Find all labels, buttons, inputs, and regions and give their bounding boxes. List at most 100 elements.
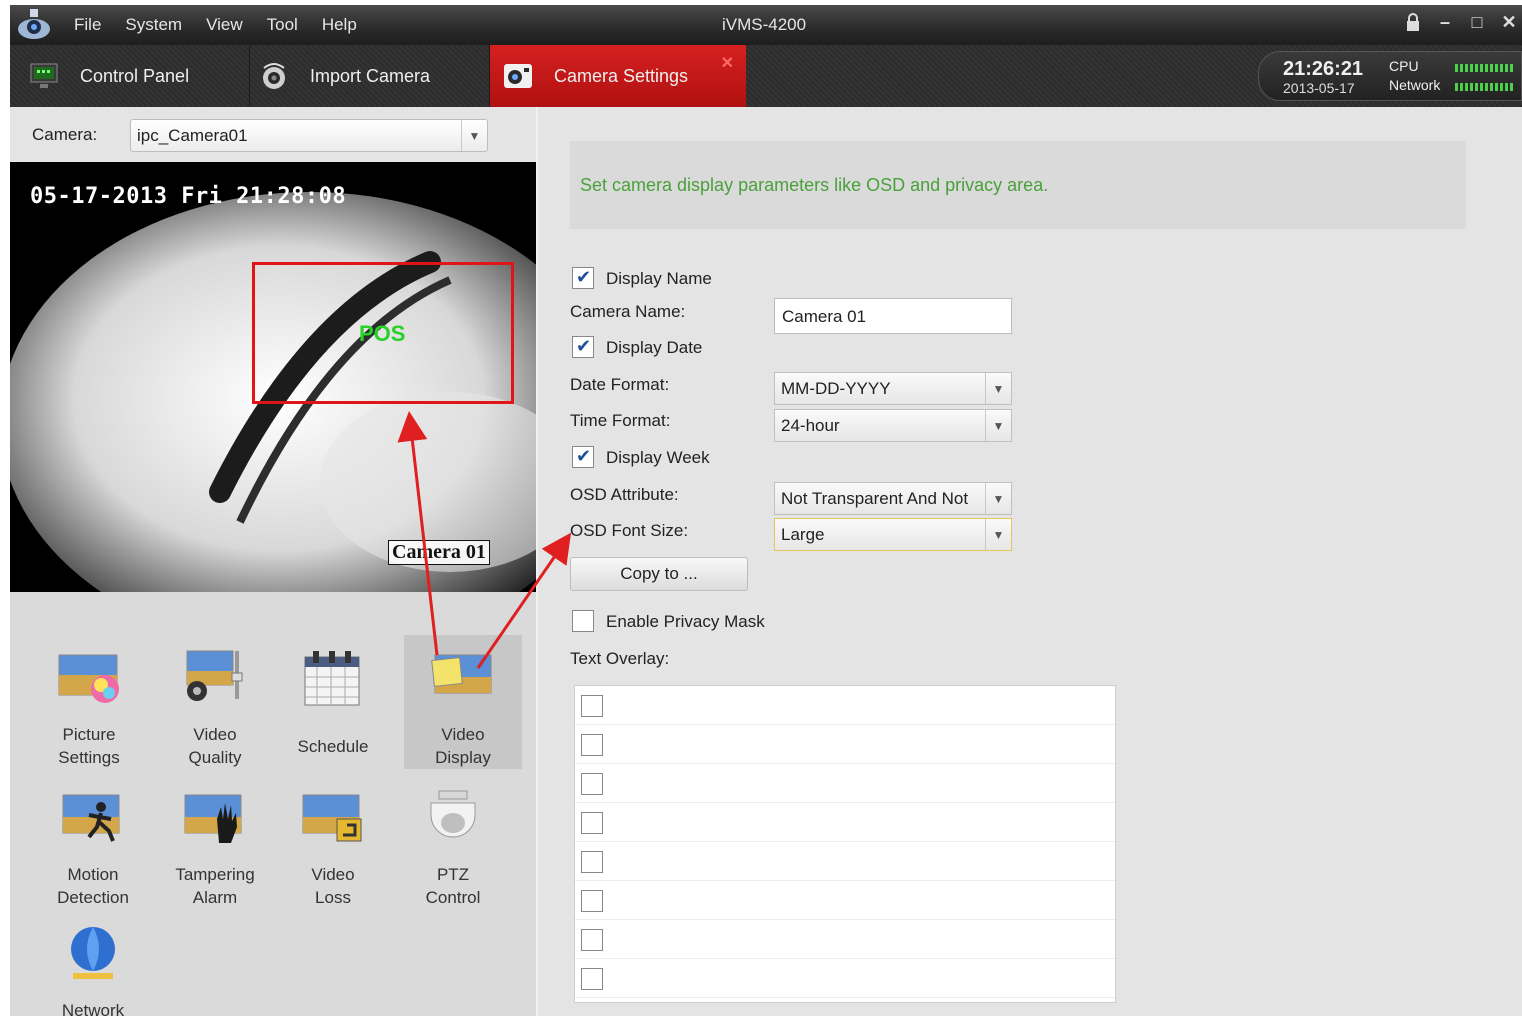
function-video-loss[interactable]: Video Loss [274,775,392,909]
osd-font-size-select[interactable]: Large ▼ [774,518,1012,551]
calendar-icon [304,651,360,706]
privacy-mask-label: POS [359,321,406,346]
camera-selector-row: Camera: ipc_Camera01 ▼ [10,107,536,162]
text-overlay-checkbox[interactable] [581,890,603,912]
close-icon[interactable]: ✕ [1498,11,1520,33]
display-week-label: Display Week [606,448,710,467]
function-label: Loss [315,888,351,907]
video-display-icon [431,654,492,694]
video-quality-icon [186,650,243,701]
display-date-checkbox[interactable] [572,336,594,358]
tampering-alarm-icon [184,794,242,843]
function-video-quality[interactable]: Video Quality [156,635,274,769]
chevron-down-icon[interactable]: ▼ [985,373,1011,404]
chevron-down-icon[interactable]: ▼ [985,519,1011,550]
function-video-display[interactable]: Video Display [404,635,522,769]
text-overlay-checkbox[interactable] [581,929,603,951]
function-tampering-alarm[interactable]: Tampering Alarm [156,775,274,909]
function-label: Network [61,1001,125,1016]
maximize-icon[interactable]: □ [1466,11,1488,33]
chevron-down-icon[interactable]: ▼ [461,120,487,151]
lock-icon[interactable] [1402,11,1424,33]
picture-settings-icon [58,654,119,703]
function-motion-detection[interactable]: Motion Detection [34,775,152,909]
function-label: Video [311,865,355,884]
time-format-label: Time Format: [570,411,671,430]
app-logo-icon [18,9,50,39]
display-name-checkbox[interactable] [572,267,594,289]
left-panel: Camera: ipc_Camera01 ▼ 05-17-2013 Fri 21… [10,107,536,1016]
privacy-mask-checkbox[interactable] [572,610,594,632]
osd-font-size-label: OSD Font Size: [570,521,689,540]
cpu-label: CPU [1389,58,1419,74]
text-overlay-checkbox[interactable] [581,812,603,834]
network-globe-icon [71,927,115,979]
osd-attribute-label: OSD Attribute: [570,485,679,504]
display-week-checkbox[interactable] [572,446,594,468]
chevron-down-icon[interactable]: ▼ [985,483,1011,514]
text-overlay-label: Text Overlay: [570,649,670,668]
tab-close-icon[interactable]: ✕ [721,53,734,73]
text-overlay-row [575,803,1115,842]
camera-name-input[interactable]: Camera 01 [774,298,1012,334]
function-schedule[interactable]: Schedule [274,635,392,769]
chevron-down-icon[interactable]: ▼ [985,410,1011,441]
camera-settings-icon [504,64,532,88]
function-network[interactable]: Network [34,911,152,1016]
text-overlay-checkbox[interactable] [581,734,603,756]
text-overlay-list [574,685,1116,1003]
date-format-select[interactable]: MM-DD-YYYY ▼ [774,372,1012,405]
function-label: Tampering [175,865,255,884]
clock-date: 2013-05-17 [1283,80,1355,96]
tab-import-camera[interactable]: Import Camera [250,45,490,107]
osd-font-size-value: Large [781,525,825,544]
menu-view[interactable]: View [206,15,243,35]
ptz-dome-icon [430,790,476,838]
time-format-value: 24-hour [781,416,840,435]
text-overlay-checkbox[interactable] [581,773,603,795]
function-label: Video [441,725,485,744]
function-label: Control [425,888,481,907]
text-overlay-checkbox[interactable] [581,968,603,990]
text-overlay-row [575,920,1115,959]
copy-to-button[interactable]: Copy to ... [570,557,748,591]
status-panel: 21:26:21 2013-05-17 CPU Network [1258,51,1522,101]
video-preview: 05-17-2013 Fri 21:28:08 POS Camera 01 [10,162,536,592]
osd-attribute-select[interactable]: Not Transparent And Not ▼ [774,482,1012,515]
text-overlay-checkbox[interactable] [581,851,603,873]
menu-file[interactable]: File [74,15,101,35]
settings-panel: Set camera display parameters like OSD a… [536,107,1522,1016]
motion-detection-icon [62,794,120,842]
menu-bar: File System View Tool Help [74,5,381,45]
menu-system[interactable]: System [125,15,182,35]
text-overlay-row [575,881,1115,920]
tab-control-panel[interactable]: Control Panel [28,45,250,107]
control-panel-icon [30,63,58,88]
menu-help[interactable]: Help [322,15,357,35]
camera-label: Camera: [32,125,98,144]
camera-select[interactable]: ipc_Camera01 ▼ [130,119,488,152]
function-ptz-control[interactable]: PTZ Control [394,775,512,909]
title-bar: File System View Tool Help iVMS-4200 – □… [10,5,1522,45]
time-format-select[interactable]: 24-hour ▼ [774,409,1012,442]
function-picture-settings[interactable]: Picture Settings [30,635,148,769]
display-name-label: Display Name [606,269,712,288]
function-label: Schedule [297,737,369,756]
text-overlay-checkbox[interactable] [581,695,603,717]
function-label: Display [435,748,491,767]
function-label: Detection [57,888,129,907]
camera-name-label: Camera Name: [570,302,686,321]
function-label: PTZ [436,865,470,884]
tab-bar: Control Panel Import Camera Camera Setti… [10,45,1522,107]
tab-import-camera-label: Import Camera [310,65,431,86]
menu-tool[interactable]: Tool [267,15,298,35]
privacy-mask-box[interactable]: POS [252,262,514,404]
function-label: Motion [67,865,119,884]
tab-camera-settings[interactable]: Camera Settings ✕ [490,45,746,107]
function-label: Picture [62,725,116,744]
minimize-icon[interactable]: – [1434,11,1456,33]
privacy-mask-label: Enable Privacy Mask [606,612,765,631]
hint-text: Set camera display parameters like OSD a… [580,175,1049,195]
text-overlay-row [575,686,1115,725]
cpu-meter [1455,64,1513,72]
